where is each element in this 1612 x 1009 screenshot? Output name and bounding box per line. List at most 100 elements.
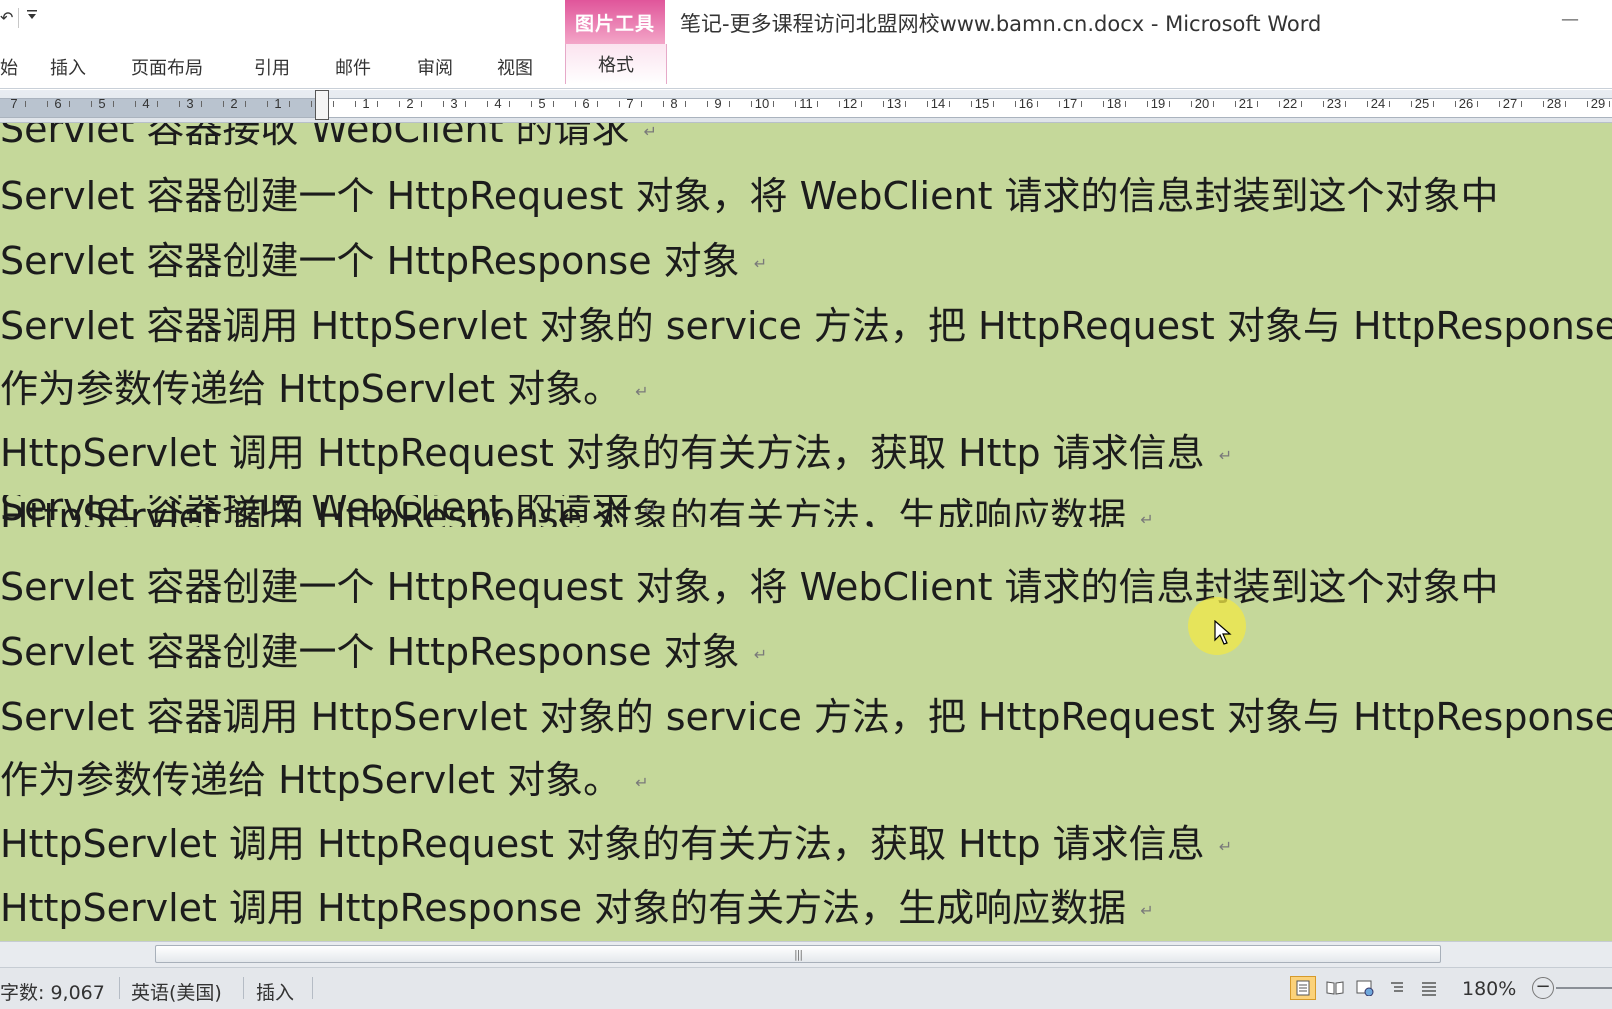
document-line[interactable]: Servlet 容器调用 HttpServlet 对象的 service 方法，…	[0, 296, 1612, 356]
ruler-tick	[1081, 101, 1082, 107]
ruler-tick	[1477, 101, 1478, 107]
scrollbar-grip: |||	[793, 948, 803, 961]
undo-icon[interactable]: ↶	[0, 8, 13, 27]
title-bar: ↶ 图片工具 笔记-更多课程访问北盟网校www.bamn.cn.docx - M…	[0, 0, 1612, 44]
tab-references[interactable]: 引用	[254, 54, 290, 80]
ruler-tick	[971, 101, 972, 107]
tab-home[interactable]: 始	[0, 54, 18, 80]
insert-mode[interactable]: 插入	[256, 978, 294, 1005]
ruler-tick	[1521, 101, 1522, 107]
tab-mailings[interactable]: 邮件	[335, 54, 371, 80]
ruler-number: 4	[142, 96, 150, 111]
ruler-tick	[993, 101, 994, 107]
zoom-level[interactable]: 180%	[1462, 978, 1516, 1000]
document-line[interactable]: HttpServlet 调用 HttpResponse 对象的有关方法，生成响应…	[0, 878, 1154, 938]
line-text: Servlet 容器创建一个 HttpResponse 对象	[0, 630, 740, 674]
paragraph-mark: ↵	[1140, 900, 1154, 920]
ruler-tick	[399, 101, 400, 107]
ruler-number: 6	[54, 96, 62, 111]
line-text: Servlet 容器创建一个 HttpResponse 对象	[0, 239, 740, 283]
zoom-slider[interactable]	[1556, 987, 1612, 989]
zoom-out-button[interactable]: −	[1532, 977, 1554, 999]
tab-page-layout[interactable]: 页面布局	[131, 54, 203, 80]
ruler-tick	[25, 101, 26, 107]
ruler-number: 7	[626, 96, 634, 111]
line-text: Servlet 容器接收 WebClient 的请求	[0, 123, 630, 151]
draft-view-button[interactable]	[1416, 976, 1442, 1000]
paragraph-mark: ↵	[753, 644, 768, 664]
language-indicator[interactable]: 英语(美国)	[131, 978, 222, 1005]
ruler-tick	[267, 101, 268, 107]
ruler-number: 29	[1590, 96, 1606, 111]
status-bar: 字数: 9,067 英语(美国) 插入 180% −	[0, 967, 1612, 1009]
ruler-tick	[1103, 101, 1104, 107]
toolbar-divider	[18, 8, 19, 28]
ruler-tick	[597, 101, 598, 107]
paragraph-mark: ↵	[643, 499, 657, 519]
ruler-number: 3	[186, 96, 194, 111]
document-line[interactable]: 作为参数传递给 HttpServlet 对象。 ↵	[0, 359, 649, 419]
ruler-number: 28	[1546, 96, 1562, 111]
ruler-number: 2	[406, 96, 414, 111]
ruler-number: 7	[10, 96, 18, 111]
horizontal-scrollbar[interactable]: |||	[0, 941, 1612, 967]
document-body[interactable]: Servlet 容器接收 WebClient 的请求 ↵ Servlet 容器创建…	[0, 123, 1612, 941]
document-line[interactable]: Servlet 容器创建一个 HttpResponse 对象 ↵	[0, 231, 767, 291]
ruler-tick	[1279, 101, 1280, 107]
ruler-tick	[1587, 101, 1588, 107]
ruler-number: 25	[1414, 96, 1430, 111]
horizontal-ruler[interactable]: 7 6 5 4 3 2 1 1 2 3 4 5 6 7 8 9 10 11 12 13 14 15 16 17 18 19 20 21…	[0, 90, 1612, 123]
tab-view[interactable]: 视图	[497, 54, 533, 80]
ruler-tick	[355, 101, 356, 107]
print-layout-view-button[interactable]	[1290, 976, 1316, 1000]
ruler-tick	[1345, 101, 1346, 107]
ruler-tick	[179, 101, 180, 107]
ruler-number: 22	[1282, 96, 1298, 111]
ruler-tick	[861, 101, 862, 107]
ribbon-tab-bar: 始 插入 页面布局 引用 邮件 审阅 视图 格式	[0, 44, 1612, 89]
document-line[interactable]: HttpServlet 调用 HttpRequest 对象的有关方法，获取 Ht…	[0, 814, 1232, 874]
document-line[interactable]: HttpServlet 调用 HttpRequest 对象的有关方法，获取 Ht…	[0, 423, 1232, 483]
ruler-number: 5	[538, 96, 546, 111]
ruler-tick	[773, 101, 774, 107]
status-divider	[243, 977, 244, 999]
paragraph-mark: ↵	[635, 772, 649, 792]
line-text: HttpServlet 调用 HttpResponse 对象的有关方法，生成响应…	[0, 886, 1127, 930]
ruler-tick	[817, 101, 818, 107]
ruler-tick	[157, 101, 158, 107]
web-layout-icon	[1356, 980, 1374, 996]
ruler-tick	[707, 101, 708, 107]
document-line[interactable]: Servlet 容器接收 WebClient 的请求 ↵	[0, 123, 657, 159]
paragraph-mark: ↵	[753, 253, 768, 273]
customize-toolbar-dropdown[interactable]	[26, 8, 38, 25]
document-line[interactable]: Servlet 容器接收 WebClient 的请求 ↵	[0, 495, 657, 535]
ruler-tick	[641, 101, 642, 107]
document-line[interactable]: Servlet 容器创建一个 HttpRequest 对象，将 WebClien…	[0, 166, 1499, 226]
ruler-tick	[729, 101, 730, 107]
minimize-button[interactable]: —	[1553, 8, 1587, 32]
tab-review[interactable]: 审阅	[417, 54, 453, 80]
ruler-tick	[377, 101, 378, 107]
ruler-number: 20	[1194, 96, 1210, 111]
word-count[interactable]: 字数: 9,067	[0, 978, 105, 1005]
document-line[interactable]: Servlet 容器创建一个 HttpResponse 对象 ↵	[0, 622, 767, 682]
line-text: HttpServlet 调用 HttpRequest 对象的有关方法，获取 Ht…	[0, 431, 1205, 475]
ruler-tick	[1037, 101, 1038, 107]
web-layout-button[interactable]	[1352, 976, 1378, 1000]
document-line[interactable]: Servlet 容器创建一个 HttpRequest 对象，将 WebClien…	[0, 557, 1499, 617]
mouse-pointer-icon	[1214, 620, 1232, 645]
tab-format[interactable]: 格式	[565, 44, 667, 84]
outline-view-button[interactable]	[1384, 976, 1410, 1000]
document-line[interactable]: 作为参数传递给 HttpServlet 对象。 ↵	[0, 750, 649, 810]
tab-insert[interactable]: 插入	[50, 54, 86, 80]
scrollbar-thumb[interactable]: |||	[155, 945, 1441, 963]
document-line[interactable]: Servlet 容器调用 HttpServlet 对象的 service 方法，…	[0, 687, 1612, 747]
ruler-tick	[1257, 101, 1258, 107]
indent-marker[interactable]	[315, 90, 329, 120]
ruler-tick	[91, 101, 92, 107]
line-text: Servlet 容器创建一个 HttpRequest 对象，将 WebClien…	[0, 174, 1499, 218]
ruler-tick	[531, 101, 532, 107]
ruler-number: 21	[1238, 96, 1254, 111]
full-screen-reading-button[interactable]	[1322, 976, 1348, 1000]
line-text: HttpServlet 调用 HttpRequest 对象的有关方法，获取 Ht…	[0, 822, 1205, 866]
